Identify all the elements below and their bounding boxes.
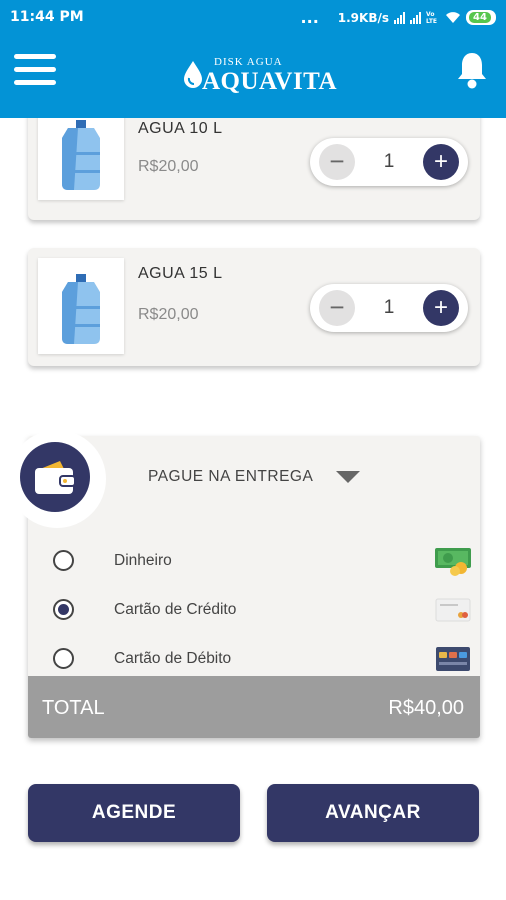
wifi-icon xyxy=(446,12,460,23)
next-button[interactable]: AVANÇAR xyxy=(267,784,479,842)
payment-option-credit-card[interactable]: Cartão de Crédito xyxy=(40,595,480,625)
increase-button[interactable]: + xyxy=(423,290,459,326)
product-image xyxy=(38,118,124,200)
quantity-value: 1 xyxy=(383,297,395,318)
status-dots: ... xyxy=(300,8,319,27)
total-value: R$40,00 xyxy=(388,697,464,719)
logo-brand: AQUAVITA xyxy=(202,68,338,95)
product-price: R$20,00 xyxy=(138,158,199,175)
product-price: R$20,00 xyxy=(138,306,199,323)
chevron-down-icon[interactable] xyxy=(336,471,360,483)
quantity-value: 1 xyxy=(383,151,395,172)
increase-button[interactable]: + xyxy=(423,144,459,180)
radio-button[interactable] xyxy=(53,648,74,669)
wallet-circle xyxy=(20,442,90,512)
battery-level: 44 xyxy=(469,12,491,23)
product-name: AGUA 10 L xyxy=(138,120,223,137)
bell-icon[interactable] xyxy=(455,50,489,90)
payment-option-label: Cartão de Débito xyxy=(114,650,232,667)
payment-option-cash[interactable]: Dinheiro xyxy=(40,546,480,576)
battery-icon: 44 xyxy=(466,10,496,25)
payment-option-debit-card[interactable]: Cartão de Débito xyxy=(40,644,480,674)
signal-icon xyxy=(394,11,405,24)
product-image xyxy=(38,258,124,354)
app-bar: DISK AGUA AQUAVITA xyxy=(0,34,506,118)
total-label: TOTAL xyxy=(42,697,105,719)
signal-icon-2 xyxy=(410,11,421,24)
product-card: AGUA 10 L R$20,00 − 1 + xyxy=(28,118,480,220)
total-bar: TOTAL R$40,00 xyxy=(28,676,480,738)
cash-icon xyxy=(435,548,471,576)
aquavita-logo: DISK AGUA AQUAVITA xyxy=(182,56,337,102)
water-jug-icon xyxy=(62,274,100,344)
radio-button[interactable] xyxy=(53,550,74,571)
status-time: 11:44 PM xyxy=(10,9,84,25)
quantity-stepper: − 1 + xyxy=(310,138,468,186)
status-bar: 11:44 PM ... 1.9KB/s Vo LTE 44 xyxy=(0,0,506,34)
decrease-button[interactable]: − xyxy=(319,290,355,326)
water-drop-icon xyxy=(184,61,202,88)
volte-label: Vo LTE xyxy=(426,10,438,25)
payment-option-label: Cartão de Crédito xyxy=(114,601,237,618)
logo-tagline: DISK AGUA xyxy=(214,56,283,68)
product-card: AGUA 15 L R$20,00 − 1 + xyxy=(28,248,480,366)
wallet-badge xyxy=(8,430,106,528)
radio-button-selected[interactable] xyxy=(53,599,74,620)
wallet-icon xyxy=(35,461,76,494)
menu-icon[interactable] xyxy=(14,54,58,86)
product-name: AGUA 15 L xyxy=(138,265,223,282)
payment-option-label: Dinheiro xyxy=(114,552,172,569)
product-list: AGUA 10 L R$20,00 − 1 + AGUA 15 L R$20,0… xyxy=(0,118,506,388)
payment-method-title[interactable]: PAGUE NA ENTREGA xyxy=(148,468,313,486)
status-indicators: ... 1.9KB/s Vo LTE 44 xyxy=(301,8,496,27)
quantity-stepper: − 1 + xyxy=(310,284,468,332)
decrease-button[interactable]: − xyxy=(319,144,355,180)
water-jug-icon xyxy=(62,120,100,190)
schedule-button[interactable]: AGENDE xyxy=(28,784,240,842)
credit-card-icon xyxy=(435,598,471,622)
debit-card-icon xyxy=(436,647,470,671)
network-speed: 1.9KB/s xyxy=(337,10,389,25)
